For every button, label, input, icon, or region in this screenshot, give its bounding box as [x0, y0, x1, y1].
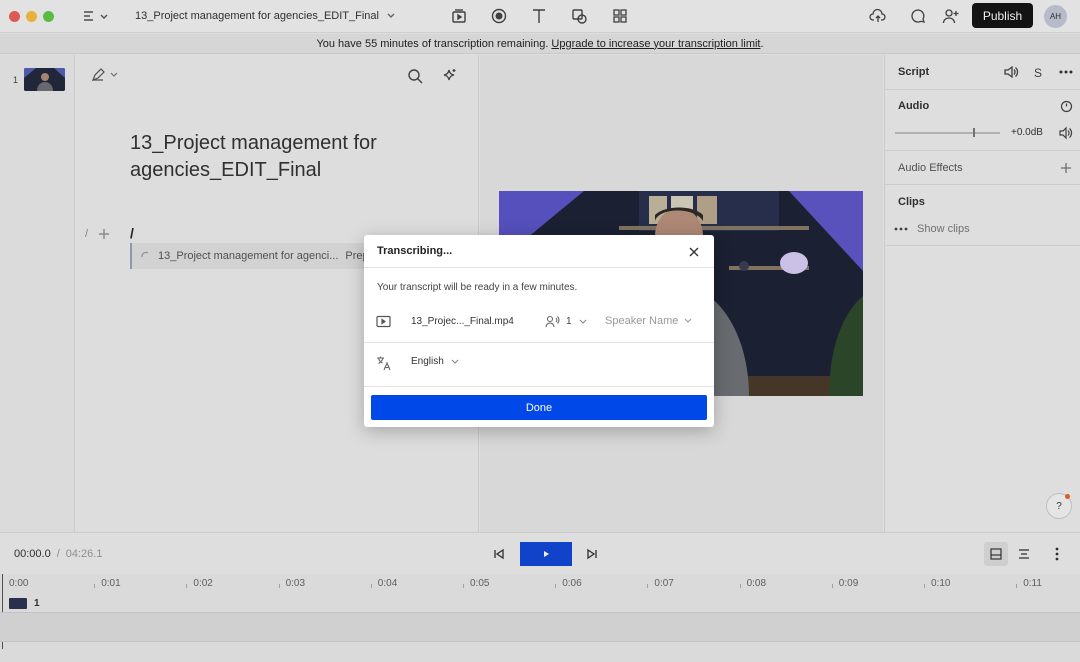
dialog-close-button[interactable]: [686, 244, 702, 260]
close-icon: [689, 247, 699, 257]
speaker-count: 1: [566, 316, 572, 327]
speaker-count-dropdown[interactable]: 1: [545, 315, 588, 328]
dialog-message: Your transcript will be ready in a few m…: [377, 282, 578, 293]
done-button[interactable]: Done: [371, 395, 707, 420]
chevron-down-icon: [684, 318, 692, 323]
video-file-icon: [376, 315, 391, 328]
language-dropdown[interactable]: English: [411, 356, 460, 367]
speaker-name-placeholder: Speaker Name: [605, 315, 679, 327]
speaker-name-dropdown[interactable]: Speaker Name: [605, 315, 693, 327]
chevron-down-icon: [451, 359, 459, 364]
language-value: English: [411, 356, 444, 367]
translate-icon: [377, 356, 391, 371]
chevron-down-icon: [579, 319, 586, 324]
file-row: 13_Projec..._Final.mp4 1 Speaker Name: [376, 315, 702, 329]
speaker-voice-icon: [545, 315, 560, 328]
dialog-title: Transcribing...: [377, 245, 453, 257]
transcribing-dialog: Transcribing... Your transcript will be …: [364, 235, 714, 427]
language-row: English: [376, 355, 702, 371]
file-name: 13_Projec..._Final.mp4: [411, 316, 514, 327]
